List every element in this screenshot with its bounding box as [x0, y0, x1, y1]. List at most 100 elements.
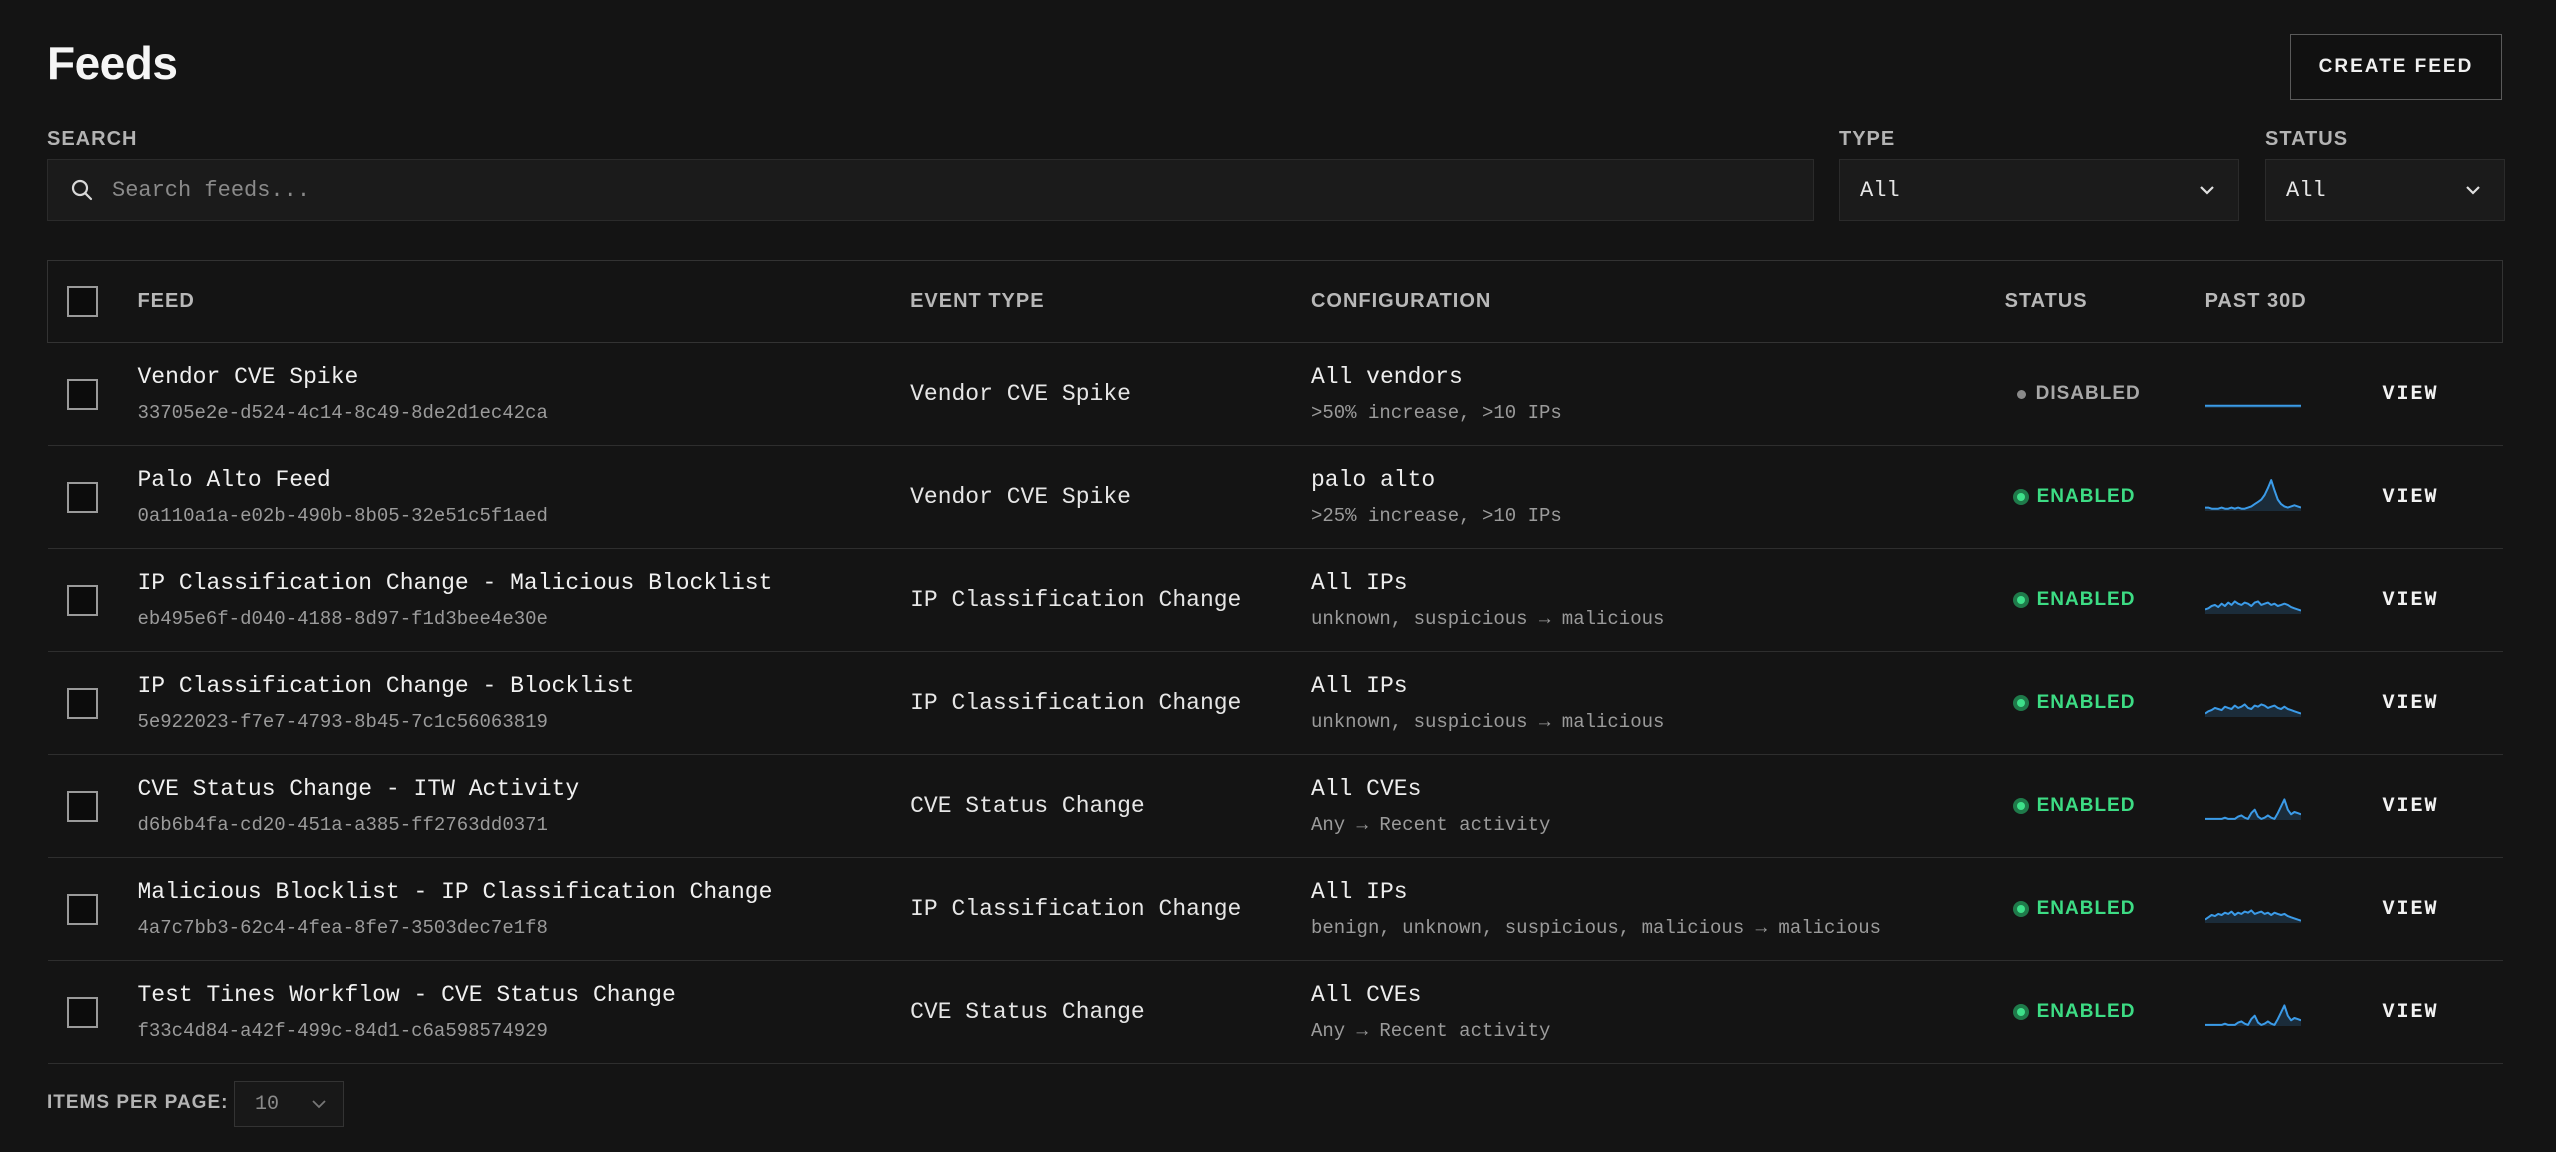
row-checkbox[interactable]: [66, 687, 98, 719]
configuration-detail: unknown, suspicious → malicious: [1310, 608, 1665, 630]
search-field[interactable]: [47, 159, 1814, 221]
search-input[interactable]: [110, 176, 1714, 204]
feed-name[interactable]: IP Classification Change - Blocklist: [137, 673, 910, 699]
status-dot-icon: [2012, 489, 2029, 505]
chevron-down-icon: [2200, 186, 2214, 195]
configuration-detail: >25% increase, >10 IPs: [1310, 505, 1562, 527]
activity-sparkline: [2203, 908, 2301, 923]
feed-name[interactable]: Vendor CVE Spike: [137, 364, 910, 390]
configuration-target: All CVEs: [1310, 776, 1422, 802]
page-title: Feeds: [47, 37, 178, 89]
status-dot-icon: [2012, 592, 2029, 608]
event-type: CVE Status Change: [910, 999, 1145, 1025]
status-badge: ENABLED: [2012, 1001, 2205, 1023]
configuration-target: palo alto: [1310, 467, 1436, 493]
feed-name[interactable]: Palo Alto Feed: [137, 467, 910, 493]
row-checkbox[interactable]: [66, 481, 98, 513]
chevron-down-icon: [312, 1100, 326, 1109]
status-select[interactable]: All: [2265, 159, 2505, 221]
status-dot-icon: [2016, 389, 2026, 399]
event-type: Vendor CVE Spike: [910, 484, 1131, 510]
table-row[interactable]: Test Tines Workflow - CVE Status Change f…: [47, 961, 2503, 1064]
table-row[interactable]: Malicious Blocklist - IP Classification …: [47, 858, 2503, 961]
activity-sparkline: [2204, 599, 2301, 614]
status-badge: ENABLED: [2012, 486, 2205, 508]
sparkline-area: [2204, 1004, 2301, 1026]
view-button[interactable]: VIEW: [2383, 589, 2503, 612]
feed-name[interactable]: Test Tines Workflow - CVE Status Change: [137, 982, 910, 1008]
status-badge: ENABLED: [2012, 589, 2205, 611]
feed-id: 33705e2e-d524-4c14-8c49-8de2d1ec42ca: [137, 402, 548, 424]
view-button[interactable]: VIEW: [2383, 795, 2503, 818]
view-button[interactable]: VIEW: [2383, 486, 2503, 509]
items-per-page-select[interactable]: 10: [234, 1081, 344, 1127]
status-text: ENABLED: [2036, 486, 2136, 507]
feed-name[interactable]: Malicious Blocklist - IP Classification …: [137, 879, 910, 905]
column-header-event-type[interactable]: EVENT TYPE: [910, 260, 1311, 343]
status-badge: ENABLED: [2012, 795, 2205, 817]
configuration-detail: >50% increase, >10 IPs: [1310, 402, 1562, 424]
feeds-page: Feeds CREATE FEED SEARCH TYPE STATUS All…: [0, 0, 2556, 1152]
configuration-target: All CVEs: [1310, 982, 1422, 1008]
view-button[interactable]: VIEW: [2383, 383, 2503, 406]
row-checkbox[interactable]: [66, 790, 98, 822]
row-checkbox[interactable]: [66, 996, 98, 1028]
status-text: DISABLED: [2035, 383, 2141, 404]
select-all-checkbox[interactable]: [67, 286, 98, 317]
event-type: CVE Status Change: [910, 793, 1145, 819]
search-icon: [71, 179, 93, 201]
event-type: Vendor CVE Spike: [910, 381, 1131, 407]
column-header-configuration[interactable]: CONFIGURATION: [1310, 260, 2005, 343]
feed-id: 4a7c7bb3-62c4-4fea-8fe7-3503dec7e1f8: [137, 917, 548, 939]
view-button[interactable]: VIEW: [2383, 692, 2503, 715]
activity-sparkline: [2204, 478, 2301, 511]
table-row[interactable]: Vendor CVE Spike 33705e2e-d524-4c14-8c49-…: [47, 343, 2503, 446]
status-dot-icon: [2012, 1004, 2029, 1020]
configuration-detail: benign, unknown, suspicious, malicious →…: [1310, 917, 1882, 939]
table-row[interactable]: IP Classification Change - Blocklist 5e92…: [47, 652, 2503, 755]
status-badge: DISABLED: [2013, 383, 2205, 405]
status-text: ENABLED: [2036, 589, 2136, 610]
status-dot-icon: [2012, 901, 2029, 917]
table-row[interactable]: Palo Alto Feed 0a110a1a-e02b-490b-8b05-32…: [47, 446, 2503, 549]
row-checkbox[interactable]: [66, 584, 98, 616]
activity-sparkline: [2204, 1003, 2301, 1026]
activity-sparkline: [2203, 702, 2301, 717]
column-header-feed[interactable]: FEED: [137, 260, 911, 343]
configuration-target: All IPs: [1310, 570, 1408, 596]
feed-name[interactable]: IP Classification Change - Malicious Blo…: [137, 570, 910, 596]
view-button[interactable]: VIEW: [2383, 898, 2503, 921]
table-row[interactable]: IP Classification Change - Malicious Blo…: [47, 549, 2503, 652]
feed-name[interactable]: CVE Status Change - ITW Activity: [137, 776, 910, 802]
items-per-page-value: 10: [255, 1092, 280, 1116]
items-per-page-label: ITEMS PER PAGE:: [47, 1092, 229, 1113]
view-button[interactable]: VIEW: [2383, 1001, 2503, 1024]
status-text: ENABLED: [2036, 1001, 2136, 1022]
column-header-status[interactable]: STATUS: [2004, 260, 2205, 343]
activity-sparkline: [2204, 797, 2301, 820]
configuration-target: All vendors: [1310, 364, 1463, 390]
status-text: ENABLED: [2036, 692, 2136, 713]
chevron-down-icon: [2466, 186, 2480, 195]
event-type: IP Classification Change: [910, 690, 1242, 716]
status-label: STATUS: [2265, 128, 2349, 150]
type-select-value: All: [1860, 177, 1900, 203]
status-text: ENABLED: [2036, 898, 2136, 919]
status-dot-icon: [2012, 798, 2029, 814]
create-feed-button[interactable]: CREATE FEED: [2290, 34, 2502, 100]
feed-id: 5e922023-f7e7-4793-8b45-7c1c56063819: [137, 711, 548, 733]
type-select[interactable]: All: [1839, 159, 2239, 221]
configuration-target: All IPs: [1310, 673, 1408, 699]
table-row[interactable]: CVE Status Change - ITW Activity d6b6b4fa…: [47, 755, 2503, 858]
activity-sparkline: [2204, 404, 2301, 408]
sparkline-line: [2204, 478, 2301, 510]
status-dot-icon: [2012, 695, 2029, 711]
status-badge: ENABLED: [2012, 898, 2205, 920]
event-type: IP Classification Change: [910, 896, 1242, 922]
feed-id: 0a110a1a-e02b-490b-8b05-32e51c5f1aed: [137, 505, 548, 527]
column-header-past-30d: PAST 30D: [2204, 260, 2383, 343]
row-checkbox[interactable]: [66, 378, 98, 410]
configuration-detail: Any → Recent activity: [1310, 814, 1551, 836]
row-checkbox[interactable]: [66, 893, 98, 925]
feed-id: d6b6b4fa-cd20-451a-a385-ff2763dd0371: [137, 814, 548, 836]
